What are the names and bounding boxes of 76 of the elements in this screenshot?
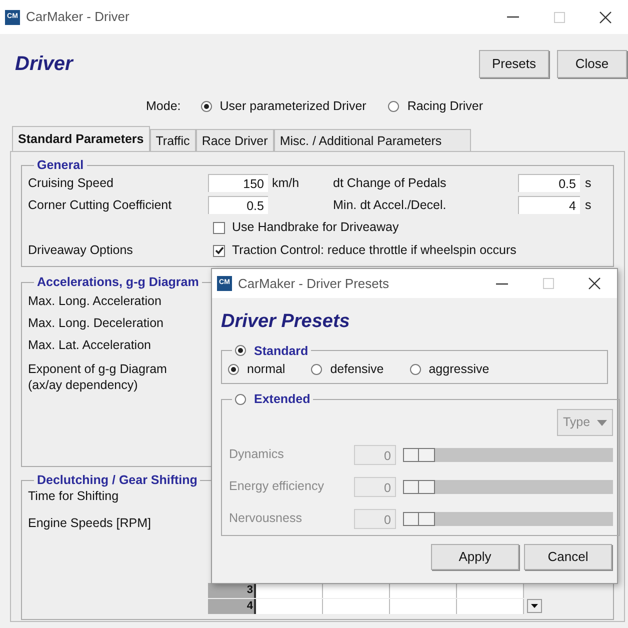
field-label: Time for Shifting <box>28 488 120 505</box>
tab[interactable]: Misc. / Additional Parameters <box>274 129 471 151</box>
dropdown-button[interactable] <box>527 599 542 613</box>
table-cell[interactable] <box>256 583 323 598</box>
page-heading: Driver <box>15 52 73 77</box>
unit-label: s <box>584 196 592 214</box>
slider-label: Nervousness <box>228 510 303 528</box>
section-title: Extended <box>254 391 310 408</box>
tab[interactable]: Standard Parameters <box>12 126 150 151</box>
mode-label: Mode: <box>146 98 181 115</box>
field-label: Max. Long. Acceleration <box>28 293 162 309</box>
radio-button[interactable] <box>410 364 421 375</box>
section-title: Declutching / Gear Shifting <box>37 473 198 487</box>
unit-label: km/h <box>272 176 300 190</box>
unit-label: s <box>584 174 592 192</box>
radio-button[interactable] <box>200 100 212 112</box>
field-label: Max. Long. Deceleration <box>28 315 164 331</box>
tab[interactable]: Race Driver <box>196 129 274 151</box>
slider-thumb[interactable] <box>403 480 435 494</box>
checkbox-label: Use Handbrake for Driveaway <box>232 219 399 236</box>
section-title: Standard <box>254 342 308 360</box>
window-title: CarMaker - Driver Presets <box>238 274 389 293</box>
slider-track[interactable] <box>403 512 613 526</box>
table-cell[interactable] <box>323 599 390 614</box>
window-title: CarMaker - Driver <box>26 8 130 26</box>
field-label: Driveaway Options <box>28 243 133 258</box>
slider-track[interactable] <box>403 480 613 494</box>
section-title: General <box>37 158 84 172</box>
field-label: Min. dt Accel./Decel. <box>333 196 448 214</box>
field-label: Corner Cutting Coefficient <box>28 196 173 214</box>
push-button[interactable]: Close <box>557 50 627 78</box>
dialog-heading: Driver Presets <box>221 310 350 334</box>
slider-track[interactable] <box>403 448 613 462</box>
input-field[interactable]: 150 <box>208 174 268 192</box>
table-cell[interactable] <box>390 599 457 614</box>
push-button[interactable]: Apply <box>431 544 519 570</box>
checkbox[interactable] <box>213 244 225 256</box>
radio-button[interactable] <box>311 364 322 375</box>
table-cell[interactable] <box>457 599 524 614</box>
close-icon[interactable] <box>598 10 612 24</box>
input-field[interactable]: 4 <box>518 196 580 214</box>
push-button[interactable]: Cancel <box>524 544 612 570</box>
row-header: 4 <box>208 599 256 614</box>
tab[interactable]: Traffic <box>150 129 196 151</box>
table-cell[interactable] <box>323 583 390 598</box>
radio-button[interactable] <box>235 394 246 406</box>
table-cell[interactable] <box>256 599 323 614</box>
radio-label: User parameterized Driver <box>220 98 366 115</box>
slider-thumb[interactable] <box>403 512 435 526</box>
field-label: Cruising Speed <box>28 174 114 192</box>
table-cell[interactable] <box>390 583 457 598</box>
push-button[interactable]: Presets <box>479 50 549 78</box>
radio-button[interactable] <box>228 364 239 375</box>
slider-label: Energy efficiency <box>228 478 325 496</box>
close-icon[interactable] <box>588 277 600 290</box>
field-label: Exponent of g-g Diagram (ax/ay dependency) <box>28 361 167 393</box>
radio-label: defensive <box>330 360 384 378</box>
input-field[interactable]: 0.5 <box>208 196 268 214</box>
table-cell[interactable] <box>457 583 524 598</box>
radio-label: aggressive <box>428 360 490 378</box>
field-label: Engine Speeds [RPM] <box>28 514 152 532</box>
checkbox-label: Traction Control: reduce throttle if wheelspin occurs <box>232 242 516 260</box>
slider-thumb[interactable] <box>403 448 435 462</box>
radio-button[interactable] <box>388 100 400 112</box>
caret-icon <box>597 420 608 426</box>
row-header: 3 <box>208 583 256 598</box>
input-field[interactable]: 0.5 <box>518 174 580 192</box>
section-title: Accelerations, g-g Diagram <box>37 275 199 289</box>
field-label: Max. Lat. Acceleration <box>28 337 151 353</box>
caret-icon <box>531 604 538 608</box>
checkbox[interactable] <box>213 222 225 234</box>
field-label: dt Change of Pedals <box>333 174 448 192</box>
radio-button[interactable] <box>235 345 246 356</box>
slider-label: Dynamics <box>228 446 285 464</box>
radio-label: Racing Driver <box>407 98 484 115</box>
radio-label: normal <box>247 360 286 378</box>
